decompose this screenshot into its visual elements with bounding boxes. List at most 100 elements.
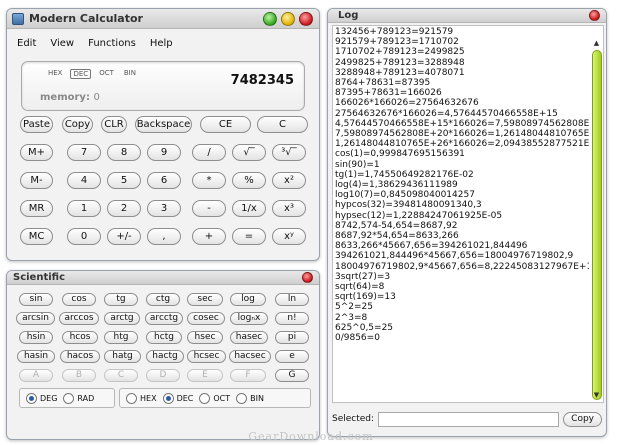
cosec-button[interactable]: cosec (187, 312, 225, 325)
hex-a-button[interactable]: A (19, 369, 53, 382)
cos-button[interactable]: cos (62, 293, 96, 306)
digit-3-button[interactable]: 3 (147, 200, 181, 217)
radio-bin-dot[interactable] (236, 392, 248, 404)
hex-c-button[interactable]: C (104, 369, 138, 382)
digit-5-button[interactable]: 5 (107, 172, 141, 189)
radio-dec[interactable]: DEC (162, 392, 193, 404)
subtract-button[interactable]: - (192, 200, 226, 217)
menu-edit[interactable]: Edit (17, 38, 36, 55)
digit-6-button[interactable]: 6 (147, 172, 181, 189)
log-line: 1,26148044810765E+26*166026=2,0943855287… (335, 139, 589, 150)
scroll-up-arrow-icon[interactable]: ▲ (591, 38, 602, 49)
divide-button[interactable]: / (192, 144, 226, 161)
factorial-button[interactable]: n! (275, 312, 309, 325)
tg-button[interactable]: tg (104, 293, 138, 306)
hcos-button[interactable]: hcos (62, 331, 98, 344)
mr-button[interactable]: MR (20, 200, 53, 217)
log-copy-button[interactable]: Copy (563, 411, 602, 427)
arcsin-button[interactable]: arcsin (16, 312, 55, 325)
hex-b-button[interactable]: B (62, 369, 96, 382)
g-button[interactable]: G (275, 369, 309, 382)
decimal-button[interactable]: , (147, 228, 181, 245)
sin-button[interactable]: sin (19, 293, 53, 306)
hctg-button[interactable]: hctg (146, 331, 182, 344)
hasec-button[interactable]: hasec (230, 331, 268, 344)
log-titlebar[interactable]: Log (328, 9, 606, 23)
cube-button[interactable]: x³ (272, 200, 306, 217)
radio-hex[interactable]: HEX (126, 392, 157, 404)
radio-deg[interactable]: DEG (26, 392, 57, 404)
hacsec-button[interactable]: hacsec (229, 350, 271, 363)
radio-deg-dot[interactable] (26, 392, 37, 404)
log-button[interactable]: log (230, 293, 266, 306)
arctg-button[interactable]: arctg (104, 312, 140, 325)
calculator-titlebar[interactable]: Modern Calculator (7, 9, 319, 29)
log-close-button[interactable] (589, 10, 600, 21)
reciprocal-button[interactable]: 1/x (232, 200, 266, 217)
menu-help[interactable]: Help (150, 38, 173, 55)
hex-d-button[interactable]: D (146, 369, 180, 382)
hactg-button[interactable]: hactg (146, 350, 184, 363)
hcsec-button[interactable]: hcsec (187, 350, 226, 363)
log-n-x-button[interactable]: logₙx (230, 312, 268, 325)
menu-functions[interactable]: Functions (88, 38, 136, 55)
close-button[interactable] (299, 12, 313, 26)
hex-e-button[interactable]: E (187, 369, 223, 382)
digit-9-button[interactable]: 9 (147, 144, 181, 161)
digit-7-button[interactable]: 7 (67, 144, 101, 161)
percent-button[interactable]: % (232, 172, 266, 189)
ln-button[interactable]: ln (275, 293, 309, 306)
square-root-button[interactable]: √‾ (232, 144, 266, 161)
cube-root-button[interactable]: ³√‾ (272, 144, 306, 161)
m-plus-button[interactable]: M+ (20, 144, 53, 161)
radio-oct[interactable]: OCT (199, 392, 230, 404)
negate-button[interactable]: +/- (107, 228, 141, 245)
hacos-button[interactable]: hacos (60, 350, 100, 363)
radio-oct-dot[interactable] (199, 392, 211, 404)
hsec-button[interactable]: hsec (187, 331, 223, 344)
pi-button[interactable]: pi (275, 331, 309, 344)
hatg-button[interactable]: hatg (104, 350, 141, 363)
scientific-titlebar[interactable]: Scientific (7, 271, 319, 285)
htg-button[interactable]: htg (104, 331, 138, 344)
paste-button[interactable]: Paste (20, 116, 53, 133)
multiply-button[interactable]: * (192, 172, 226, 189)
e-button[interactable]: e (275, 350, 309, 363)
add-button[interactable]: + (192, 228, 226, 245)
arcctg-button[interactable]: arcctg (145, 312, 183, 325)
arccos-button[interactable]: arccos (59, 312, 99, 325)
scrollbar-thumb[interactable] (592, 50, 602, 400)
scroll-down-arrow-icon[interactable]: ▼ (591, 390, 602, 401)
radio-hex-dot[interactable] (126, 392, 137, 404)
power-button[interactable]: xʸ (272, 228, 306, 245)
sec-button[interactable]: sec (187, 293, 223, 306)
mc-button[interactable]: MC (20, 228, 53, 245)
equals-button[interactable]: = (232, 228, 266, 245)
log-textarea[interactable]: 132456+789123=921579 921579+789123=171070… (332, 25, 604, 403)
digit-2-button[interactable]: 2 (107, 200, 141, 217)
hex-f-button[interactable]: F (230, 369, 266, 382)
hsin-button[interactable]: hsin (19, 331, 53, 344)
scientific-close-button[interactable] (302, 272, 313, 283)
copy-button[interactable]: Copy (62, 116, 93, 133)
square-button[interactable]: x² (272, 172, 306, 189)
selected-input[interactable] (378, 411, 560, 427)
digit-1-button[interactable]: 1 (67, 200, 101, 217)
minimize-button[interactable] (263, 12, 277, 26)
radio-dec-dot[interactable] (162, 392, 174, 404)
digit-0-button[interactable]: 0 (67, 228, 101, 245)
ce-button[interactable]: CE (200, 116, 251, 133)
ctg-button[interactable]: ctg (146, 293, 180, 306)
digit-4-button[interactable]: 4 (67, 172, 101, 189)
radio-rad-dot[interactable] (63, 392, 75, 404)
hasin-button[interactable]: hasin (17, 350, 55, 363)
radio-bin[interactable]: BIN (236, 392, 264, 404)
digit-8-button[interactable]: 8 (107, 144, 141, 161)
maximize-button[interactable] (281, 12, 295, 26)
clr-button[interactable]: CLR (101, 116, 127, 133)
backspace-button[interactable]: Backspace (135, 116, 192, 133)
menu-view[interactable]: View (50, 38, 74, 55)
m-minus-button[interactable]: M- (20, 172, 53, 189)
c-button[interactable]: C (257, 116, 308, 133)
radio-rad[interactable]: RAD (63, 392, 94, 404)
